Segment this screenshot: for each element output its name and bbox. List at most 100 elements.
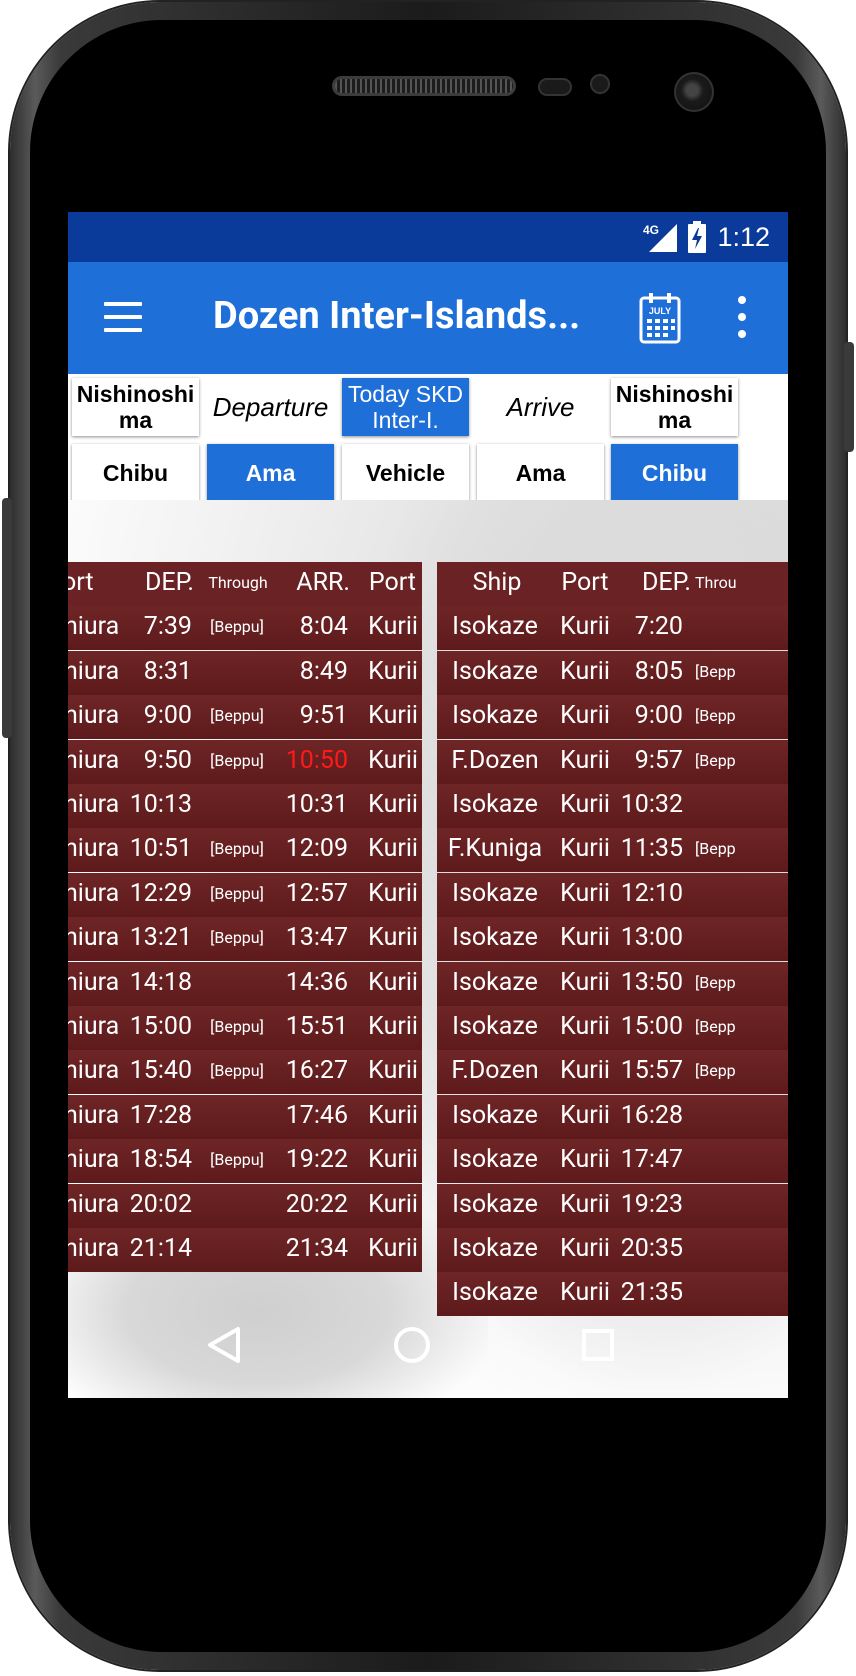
status-time: 1:12 — [717, 221, 770, 252]
departure-time-cell: 19:23 — [620, 1189, 683, 1219]
table-row[interactable]: hiura 17:28 17:46 Kurii — [68, 1094, 422, 1139]
destination-port-cell: Kurii — [368, 923, 418, 953]
through-cell — [200, 962, 274, 1004]
departure-time-cell: 15:00 — [620, 1012, 683, 1041]
table-row[interactable]: hiura 8:31 8:49 Kurii — [68, 650, 422, 695]
column-header: Ship — [472, 568, 522, 597]
table-row[interactable]: hiura 14:18 14:36 Kurii — [68, 961, 422, 1006]
table-row[interactable]: F.Kuniga Kurii 11:35 [Bepp — [437, 828, 788, 873]
dest-port-chibu-button[interactable]: Chibu — [611, 444, 738, 502]
table-row[interactable]: hiura 15:00 [Beppu] 15:51 Kurii — [68, 1006, 422, 1050]
port-cell: Kurii — [560, 1012, 610, 1041]
through-cell — [695, 1228, 755, 1270]
ship-name-cell: F.Kuniga — [447, 834, 543, 864]
table-row[interactable]: hiura 18:54 [Beppu] 19:22 Kurii — [68, 1139, 422, 1184]
table-row[interactable]: hiura 13:21 [Beppu] 13:47 Kurii — [68, 917, 422, 962]
arrival-time-cell: 13:47 — [285, 923, 348, 953]
back-icon[interactable] — [196, 1315, 256, 1375]
port-cell: Kurii — [560, 1278, 610, 1308]
origin-port-chibu-button[interactable]: Chibu — [72, 444, 199, 502]
departure-time-cell: 21:14 — [129, 1234, 192, 1263]
front-camera — [674, 72, 714, 112]
table-row[interactable]: Isokaze Kurii 15:00 [Bepp — [437, 1006, 788, 1050]
through-cell — [695, 1184, 755, 1226]
through-cell — [200, 784, 274, 826]
table-row[interactable]: Isokaze Kurii 13:00 — [437, 917, 788, 962]
departure-label: Departure — [212, 392, 329, 422]
recents-icon[interactable] — [568, 1315, 628, 1375]
ship-name-cell: Isokaze — [452, 656, 538, 686]
origin-port-cell: hiura — [68, 967, 120, 997]
departure-time-cell: 9:57 — [634, 745, 683, 775]
table-row[interactable]: Isokaze Kurii 19:23 — [437, 1183, 788, 1228]
origin-port-cell: hiura — [68, 612, 120, 642]
port-cell: Kurii — [560, 790, 610, 819]
table-row[interactable]: hiura 9:00 [Beppu] 9:51 Kurii — [68, 695, 422, 740]
port-cell: Kurii — [560, 656, 610, 686]
port-cell: Kurii — [560, 878, 610, 908]
light-sensor — [590, 74, 610, 94]
hamburger-menu-icon[interactable] — [104, 302, 144, 334]
arrival-time-cell: 9:51 — [299, 701, 348, 731]
destination-island-button[interactable]: Nishinoshi ma — [611, 378, 738, 436]
speaker-grille — [332, 76, 516, 96]
more-options-icon[interactable] — [736, 296, 748, 340]
home-icon[interactable] — [382, 1315, 442, 1375]
status-bar: 4G 1:12 — [68, 212, 788, 262]
ship-name-cell: Isokaze — [452, 612, 538, 642]
vehicle-button[interactable]: Vehicle — [342, 444, 469, 502]
table-row[interactable]: Isokaze Kurii 16:28 — [437, 1094, 788, 1139]
power-button — [844, 342, 854, 452]
arrival-time-cell: 19:22 — [285, 1145, 348, 1175]
table-row[interactable]: Isokaze Kurii 17:47 — [437, 1139, 788, 1184]
ship-name-cell: Isokaze — [452, 1012, 538, 1041]
table-row[interactable]: Isokaze Kurii 7:20 — [437, 606, 788, 651]
column-header: ARR. — [296, 568, 350, 597]
table-row[interactable]: hiura 7:39 [Beppu] 8:04 Kurii — [68, 606, 422, 651]
arrival-time-cell: 12:09 — [285, 834, 348, 864]
timetable-area[interactable]: ort DEP. Through ARR. Port hiura 7:39 [Beppu] 8:… — [68, 500, 788, 1398]
table-row[interactable]: Isokaze Kurii 8:05 [Bepp — [437, 650, 788, 695]
table-row[interactable]: hiura 10:13 10:31 Kurii — [68, 784, 422, 828]
table-row[interactable]: F.Dozen Kurii 15:57 [Bepp — [437, 1050, 788, 1095]
table-row[interactable]: Isokaze Kurii 9:00 [Bepp — [437, 695, 788, 740]
app-title: Dozen Inter-Islands... — [213, 294, 581, 338]
table-row[interactable]: hiura 10:51 [Beppu] 12:09 Kurii — [68, 828, 422, 873]
departure-time-cell: 10:51 — [129, 834, 192, 864]
departure-time-cell: 20:02 — [129, 1189, 192, 1219]
port-cell: Kurii — [560, 1145, 610, 1175]
arrive-label: Arrive — [506, 392, 575, 422]
dest-port-ama-button[interactable]: Ama — [477, 444, 604, 502]
table-row[interactable]: Isokaze Kurii 21:35 — [437, 1272, 788, 1317]
arrival-time-cell: 10:31 — [285, 790, 348, 819]
departure-time-cell: 8:05 — [634, 656, 683, 686]
table-row[interactable]: hiura 15:40 [Beppu] 16:27 Kurii — [68, 1050, 422, 1095]
table-row[interactable]: Isokaze Kurii 20:35 — [437, 1228, 788, 1272]
table-row[interactable]: hiura 9:50 [Beppu] 10:50 Kurii — [68, 739, 422, 784]
table-row[interactable]: F.Dozen Kurii 9:57 [Bepp — [437, 739, 788, 784]
origin-port-ama-button[interactable]: Ama — [207, 444, 334, 502]
port-cell: Kurii — [560, 612, 610, 642]
origin-port-cell: hiura — [68, 923, 120, 953]
table-row[interactable]: hiura 20:02 20:22 Kurii — [68, 1183, 422, 1228]
through-cell: [Bepp — [695, 1061, 736, 1081]
arrival-time-cell: 12:57 — [285, 878, 348, 908]
column-header: Through — [208, 573, 268, 592]
calendar-icon[interactable]: JULY — [638, 290, 682, 344]
screen: 4G 1:12 Dozen Inter-Islands... JULY Nish… — [68, 212, 788, 1398]
table-row[interactable]: Isokaze Kurii 10:32 — [437, 784, 788, 828]
departure-time-cell: 13:21 — [129, 923, 192, 953]
table-row[interactable]: hiura 21:14 21:34 Kurii — [68, 1228, 422, 1272]
through-cell: [Beppu] — [210, 706, 264, 726]
through-cell — [200, 1095, 274, 1137]
table-row[interactable]: Isokaze Kurii 13:50 [Bepp — [437, 961, 788, 1006]
table-row[interactable]: Isokaze Kurii 12:10 — [437, 872, 788, 917]
today-schedule-button[interactable]: Today SKD Inter-I. — [342, 378, 469, 436]
destination-port-cell: Kurii — [368, 878, 418, 908]
departure-time-cell: 8:31 — [143, 656, 192, 686]
through-cell: [Beppu] — [210, 928, 264, 948]
departure-time-cell: 16:28 — [620, 1100, 683, 1130]
table-row[interactable]: hiura 12:29 [Beppu] 12:57 Kurii — [68, 872, 422, 917]
ship-name-cell: Isokaze — [452, 878, 538, 908]
origin-island-button[interactable]: Nishinoshi ma — [72, 378, 199, 436]
